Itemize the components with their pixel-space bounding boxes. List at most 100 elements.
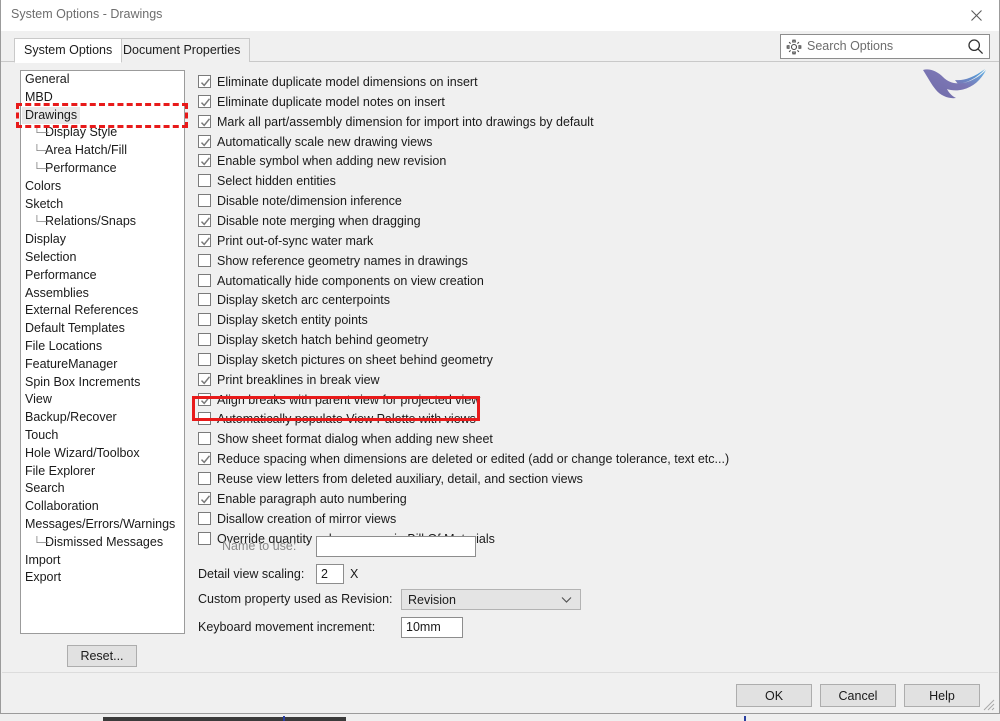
- option-label: Display sketch entity points: [217, 313, 368, 328]
- sidebar-item-performance[interactable]: Performance: [21, 267, 184, 285]
- checkbox-unchecked-icon[interactable]: [198, 511, 211, 525]
- option-label: Align breaks with parent view for projec…: [217, 392, 481, 407]
- search-icon[interactable]: [967, 38, 984, 55]
- sidebar-item-label: Area Hatch/Fill: [45, 143, 127, 158]
- sidebar-item-sketch[interactable]: Sketch: [21, 196, 184, 214]
- sidebar-item-external-references[interactable]: External References: [21, 302, 184, 320]
- options-category-list[interactable]: General MBD Drawings └─ Display Style └─ Area …: [20, 70, 185, 634]
- title-bar: System Options - Drawings: [1, 0, 999, 31]
- sidebar-item-file-explorer[interactable]: File Explorer: [21, 463, 184, 481]
- sidebar-item-drawings[interactable]: Drawings: [21, 106, 184, 125]
- sidebar-item-selection[interactable]: Selection: [21, 249, 184, 267]
- sidebar-item-spin-box-increments[interactable]: Spin Box Increments: [21, 374, 184, 392]
- checkbox-checked-icon[interactable]: [198, 213, 211, 227]
- sidebar-item-label: Assemblies: [25, 285, 89, 300]
- sidebar-item-label: Drawings: [22, 106, 81, 125]
- checkbox-unchecked-icon[interactable]: [198, 313, 211, 327]
- detail-view-scaling-input[interactable]: 2: [316, 564, 344, 584]
- keyboard-increment-label: Keyboard movement increment:: [198, 620, 376, 634]
- cancel-button[interactable]: Cancel: [820, 684, 896, 707]
- sidebar-item-hole-wizard-toolbox[interactable]: Hole Wizard/Toolbox: [21, 445, 184, 463]
- checkbox-checked-icon[interactable]: [198, 134, 211, 148]
- checkbox-unchecked-icon[interactable]: [198, 333, 211, 347]
- keyboard-increment-input[interactable]: 10mm: [401, 617, 463, 638]
- sidebar-item-label: Display Style: [45, 125, 118, 140]
- checkbox-unchecked-icon[interactable]: [198, 253, 211, 267]
- sidebar-item-search[interactable]: Search: [21, 480, 184, 498]
- sidebar-item-area-hatch-fill[interactable]: └─ Area Hatch/Fill: [21, 142, 184, 160]
- checkbox-unchecked-icon[interactable]: [198, 472, 211, 485]
- close-button[interactable]: [954, 0, 999, 30]
- checkbox-checked-icon[interactable]: [198, 114, 211, 128]
- name-to-use-label: Name to use:: [222, 539, 297, 553]
- sidebar-item-messages-errors-warnings[interactable]: Messages/Errors/Warnings: [21, 516, 184, 534]
- checkbox-checked-icon[interactable]: [198, 452, 211, 466]
- sidebar-item-label: FeatureManager: [25, 356, 118, 371]
- sidebar-item-colors[interactable]: Colors: [21, 178, 184, 196]
- checkbox-checked-icon[interactable]: [198, 372, 211, 386]
- sidebar-item-view[interactable]: View: [21, 391, 184, 409]
- option-label: Automatically hide components on view cr…: [217, 273, 484, 288]
- sidebar-item-label: Spin Box Increments: [25, 374, 141, 389]
- sidebar-item-label: Hole Wizard/Toolbox: [25, 445, 140, 460]
- option-label: Select hidden entities: [217, 174, 336, 189]
- checkbox-checked-icon[interactable]: [198, 75, 211, 88]
- search-input-placeholder[interactable]: Search Options: [807, 39, 893, 53]
- tab-document-properties[interactable]: Document Properties: [113, 38, 251, 62]
- name-to-use-input[interactable]: [316, 536, 476, 557]
- sidebar-item-assemblies[interactable]: Assemblies: [21, 285, 184, 303]
- sidebar-item-mbd[interactable]: MBD: [21, 89, 184, 107]
- checkbox-unchecked-icon[interactable]: [198, 352, 211, 366]
- sidebar-item-label: File Explorer: [25, 463, 96, 478]
- sidebar-item-touch[interactable]: Touch: [21, 427, 184, 445]
- detail-view-scaling-suffix: X: [350, 567, 359, 581]
- resize-grip[interactable]: [981, 697, 995, 711]
- option-label: Display sketch pictures on sheet behind …: [217, 352, 493, 367]
- sidebar-item-display[interactable]: Display: [21, 231, 184, 249]
- checkbox-unchecked-icon[interactable]: [198, 293, 211, 307]
- checkbox-unchecked-icon[interactable]: [198, 194, 211, 208]
- sidebar-item-collaboration[interactable]: Collaboration: [21, 498, 184, 516]
- custom-property-revision-value: Revision: [408, 592, 456, 607]
- ok-button[interactable]: OK: [736, 684, 812, 707]
- sidebar-item-import[interactable]: Import: [21, 552, 184, 570]
- sidebar-item-label: Messages/Errors/Warnings: [25, 516, 176, 531]
- checkbox-checked-icon[interactable]: [198, 154, 211, 168]
- checkbox-unchecked-icon[interactable]: [198, 412, 211, 426]
- option-label: Enable paragraph auto numbering: [217, 491, 407, 506]
- sidebar-item-dismissed-messages[interactable]: └─ Dismissed Messages: [21, 534, 184, 552]
- sidebar-item-file-locations[interactable]: File Locations: [21, 338, 184, 356]
- search-options-box[interactable]: Search Options: [780, 34, 990, 59]
- sidebar-item-featuremanager[interactable]: FeatureManager: [21, 356, 184, 374]
- checkbox-checked-icon[interactable]: [198, 491, 211, 505]
- custom-property-revision-select[interactable]: Revision: [401, 589, 581, 610]
- sidebar-item-backup-recover[interactable]: Backup/Recover: [21, 409, 184, 427]
- checkbox-unchecked-icon[interactable]: [198, 432, 211, 446]
- sidebar-item-general[interactable]: General: [21, 71, 184, 89]
- option-label: Disable note/dimension inference: [217, 194, 402, 209]
- background-tick: [744, 716, 746, 721]
- option-label: Enable symbol when adding new revision: [217, 154, 447, 169]
- sidebar-item-display-style[interactable]: └─ Display Style: [21, 124, 184, 142]
- sidebar-item-performance[interactable]: └─ Performance: [21, 160, 184, 178]
- checkbox-unchecked-icon[interactable]: [198, 174, 211, 188]
- checkbox-unchecked-icon[interactable]: [198, 531, 211, 545]
- checkbox-checked-icon[interactable]: [198, 94, 211, 108]
- reset-button[interactable]: Reset...: [67, 645, 137, 667]
- tree-branch-icon: └─: [33, 536, 49, 549]
- bird-logo: [923, 69, 986, 99]
- help-button[interactable]: Help: [904, 684, 980, 707]
- sidebar-item-label: View: [25, 392, 52, 407]
- sidebar-item-export[interactable]: Export: [21, 569, 184, 587]
- tab-system-options[interactable]: System Options: [14, 38, 123, 63]
- checkbox-checked-icon[interactable]: [198, 392, 211, 406]
- checkbox-unchecked-icon[interactable]: [198, 273, 211, 287]
- sidebar-item-default-templates[interactable]: Default Templates: [21, 320, 184, 338]
- sidebar-item-label: Colors: [25, 178, 62, 193]
- option-label: Print breaklines in break view: [217, 372, 380, 387]
- sidebar-item-relations-snaps[interactable]: └─ Relations/Snaps: [21, 213, 184, 231]
- option-label: Eliminate duplicate model dimensions on …: [217, 75, 478, 89]
- sidebar-item-label: Search: [25, 481, 65, 496]
- system-options-dialog: System Options - Drawings System Options…: [0, 0, 1000, 714]
- checkbox-checked-icon[interactable]: [198, 233, 211, 247]
